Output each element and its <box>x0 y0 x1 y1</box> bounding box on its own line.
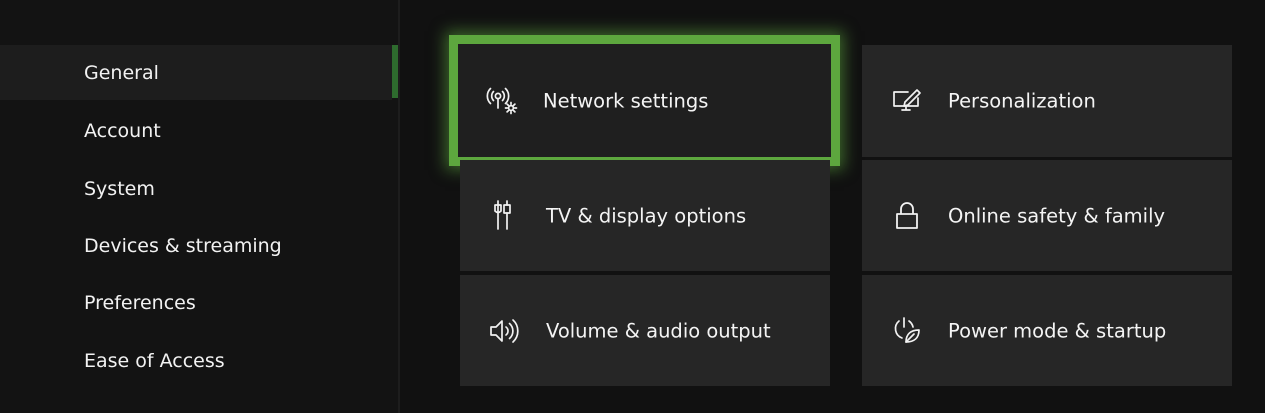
personalization-icon <box>890 84 924 118</box>
online-safety-family-tile[interactable]: Online safety & family <box>862 160 1232 271</box>
sidebar-item-preferences[interactable]: Preferences <box>0 275 392 330</box>
tile-label: Volume & audio output <box>546 319 771 342</box>
sidebar-divider <box>398 0 400 413</box>
sidebar-item-label: Account <box>84 119 161 142</box>
sidebar: General Account System Devices & streami… <box>0 0 398 413</box>
tile-label: Power mode & startup <box>948 319 1167 342</box>
sidebar-item-general[interactable]: General <box>0 45 392 100</box>
sidebar-item-label: Devices & streaming <box>84 234 282 257</box>
tile-label: Network settings <box>543 89 709 112</box>
sidebar-item-ease-of-access[interactable]: Ease of Access <box>0 333 392 388</box>
sidebar-item-label: System <box>84 177 155 200</box>
sidebar-item-label: Ease of Access <box>84 349 225 372</box>
tile-label: Online safety & family <box>948 204 1166 227</box>
lock-icon <box>890 199 924 233</box>
network-settings-icon <box>486 84 520 118</box>
sidebar-item-label: General <box>84 61 159 84</box>
sidebar-item-label: Preferences <box>84 291 196 314</box>
tile-label: Personalization <box>948 89 1096 113</box>
speaker-icon <box>488 314 522 348</box>
volume-audio-output-tile[interactable]: Volume & audio output <box>460 275 830 386</box>
personalization-tile[interactable]: Personalization <box>862 45 1232 157</box>
settings-page: General Account System Devices & streami… <box>0 0 1265 413</box>
power-leaf-icon <box>890 314 924 348</box>
sidebar-item-system[interactable]: System <box>0 161 392 216</box>
network-settings-tile[interactable]: Network settings <box>449 35 840 166</box>
power-mode-startup-tile[interactable]: Power mode & startup <box>862 275 1232 386</box>
sidebar-item-devices-streaming[interactable]: Devices & streaming <box>0 218 392 273</box>
tv-display-options-tile[interactable]: TV & display options <box>460 160 830 271</box>
tile-label: TV & display options <box>546 204 747 227</box>
tv-display-icon <box>488 199 522 233</box>
sidebar-item-account[interactable]: Account <box>0 103 392 158</box>
